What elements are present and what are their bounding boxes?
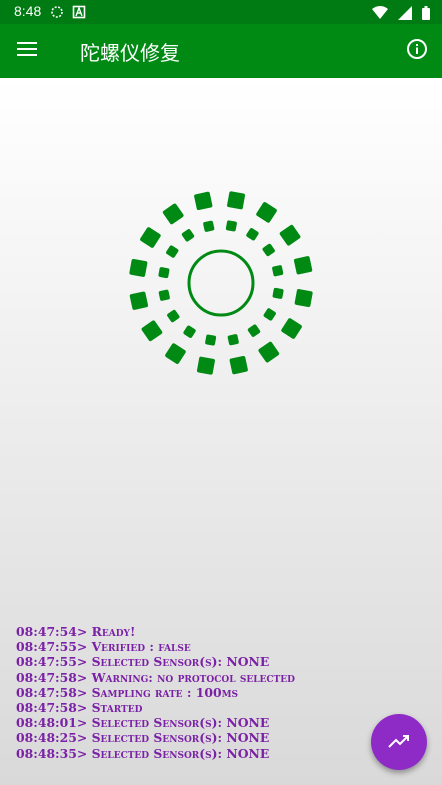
- gyro-outer-segment: [196, 356, 215, 375]
- gyro-outer-segment: [165, 343, 186, 364]
- signal-icon: [398, 5, 412, 24]
- gyro-outer-segment: [258, 341, 280, 363]
- gyro-outer-segment: [229, 355, 248, 375]
- sync-icon: [50, 4, 64, 23]
- gyro-inner-segment: [203, 220, 215, 232]
- gyro-inner-segment: [183, 325, 196, 338]
- info-icon: [406, 38, 428, 64]
- gyro-outer-segment: [140, 227, 161, 248]
- log-line: 08:47:54> Ready!: [16, 624, 136, 639]
- event-log: 08:47:54> Ready! 08:47:55> Verified : fal…: [16, 624, 376, 761]
- log-line: 08:47:55> Selected Sensor(s): NONE: [16, 654, 270, 670]
- hamburger-menu-icon: [17, 41, 37, 61]
- gyro-inner-segment: [166, 245, 179, 258]
- log-line: 08:48:35> Selected Sensor(s): NONE: [16, 745, 270, 761]
- log-line: 08:47:55> Verified : false: [16, 639, 191, 655]
- status-bar: 8:48: [0, 0, 442, 24]
- gyro-inner-segment: [205, 334, 217, 346]
- chart-fab-button[interactable]: [371, 714, 427, 770]
- log-line: 08:48:01> Selected Sensor(s): NONE: [16, 715, 270, 731]
- log-line: 08:48:25> Selected Sensor(s): NONE: [16, 730, 270, 746]
- gyro-outer-segment: [194, 191, 213, 211]
- gyro-outer-segment: [279, 224, 301, 246]
- gyro-outer-segment: [256, 202, 277, 223]
- log-line: 08:47:58> Sampling rate : 100ms: [16, 684, 239, 700]
- gyro-inner-segment: [247, 324, 261, 337]
- gyro-inner-segment: [272, 265, 284, 277]
- trending-up-icon: [388, 733, 410, 752]
- gyro-inner-segment: [158, 289, 170, 301]
- gyro-outer-segment: [227, 191, 246, 210]
- gyro-outer-segment: [129, 291, 149, 310]
- gyro-outer-segment: [293, 256, 313, 275]
- info-button[interactable]: [402, 36, 432, 66]
- page-title: 陀螺仪修复: [80, 41, 180, 65]
- gyro-outer-segment: [129, 258, 148, 277]
- menu-button[interactable]: [12, 36, 42, 66]
- gyro-inner-segment: [263, 308, 276, 321]
- gyro-inner-segment: [181, 229, 195, 242]
- gyro-outer-segment: [281, 318, 302, 339]
- gyro-inner-segment: [158, 267, 170, 279]
- gyro-indicator: [129, 191, 313, 375]
- gyro-outer-segment: [141, 320, 163, 342]
- gyro-center-ring: [187, 249, 255, 317]
- gyro-inner-segment: [167, 309, 180, 323]
- accessibility-icon: [72, 4, 86, 23]
- gyro-inner-segment: [262, 243, 275, 257]
- status-time: 8:48: [14, 3, 42, 19]
- gyro-inner-segment: [272, 287, 284, 299]
- gyro-outer-segment: [162, 203, 184, 225]
- log-line: 08:47:58> Warning: no protocol selected: [16, 669, 295, 685]
- gyro-inner-segment: [225, 220, 237, 232]
- gyro-inner-segment: [246, 228, 259, 241]
- app-bar: 陀螺仪修复: [0, 24, 442, 78]
- wifi-icon: [372, 5, 388, 24]
- gyro-inner-segment: [227, 334, 239, 346]
- gyro-outer-segment: [294, 289, 313, 308]
- log-line: 08:47:58> Started: [16, 700, 143, 716]
- battery-icon: [422, 5, 430, 24]
